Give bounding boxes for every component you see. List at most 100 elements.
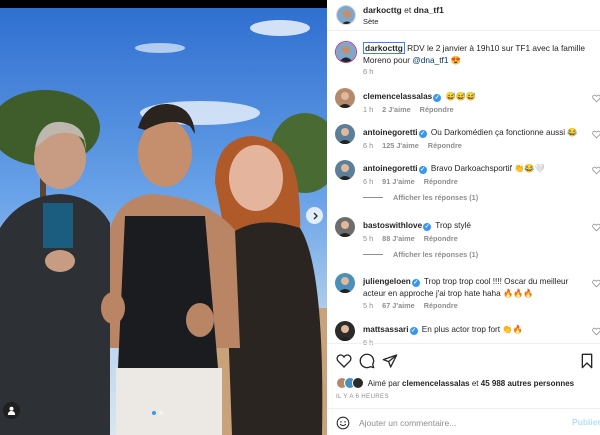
comment-username[interactable]: juliengeloen — [363, 277, 411, 286]
carousel-dot-active — [152, 411, 156, 415]
comment-username[interactable]: clemencelassalas — [363, 92, 432, 101]
carousel-dot — [159, 411, 163, 415]
show-replies-button[interactable]: Afficher les réponses (1) — [363, 193, 478, 202]
caption-emoji: 😍 — [448, 54, 462, 65]
comment-text-line: mattsassari ✓ En plus actor trop fort 👏🔥 — [363, 324, 589, 336]
comment-like-count[interactable]: 67 J'aime — [382, 301, 415, 310]
reply-button[interactable]: Répondre — [424, 234, 458, 243]
comment-like-count[interactable]: 91 J'aime — [382, 177, 415, 186]
comment-text: Trop stylé — [433, 221, 471, 230]
verified-badge-icon: ✓ — [409, 327, 418, 335]
likes-count[interactable]: 45 988 autres personnes — [481, 379, 574, 388]
comment-meta: 6 h 125 J'aime Répondre — [363, 141, 471, 150]
comment-text: Bravo Darkoachsportif 👏😂🤍 — [428, 164, 545, 173]
comment-meta: 5 h 67 J'aime Répondre — [363, 301, 467, 310]
avatar-image — [335, 217, 355, 237]
avatar-image — [336, 42, 356, 62]
comment-text-line: bastoswithlove ✓ Trop stylé — [363, 220, 589, 232]
action-bar — [327, 343, 600, 377]
tagged-people-button[interactable] — [3, 402, 20, 419]
commenter-avatar[interactable] — [335, 273, 355, 293]
comment-username[interactable]: antoinegoretti — [363, 128, 418, 137]
likes-first-user[interactable]: clemencelassalas — [402, 379, 470, 388]
likes-summary: Aimé par clemencelassalas et 45 988 autr… — [336, 377, 574, 389]
publish-button[interactable]: Publier — [572, 417, 600, 427]
comment-username[interactable]: antoinegoretti — [363, 164, 418, 173]
comment-like-count[interactable]: 125 J'aime — [382, 141, 419, 150]
comment-text: En plus actor trop fort 👏🔥 — [419, 325, 523, 334]
commenter-avatar[interactable] — [335, 321, 355, 341]
likes-prefix: Aimé par — [367, 379, 403, 388]
show-replies-button[interactable]: Afficher les réponses (1) — [363, 250, 478, 259]
commenter-avatar[interactable] — [335, 217, 355, 237]
liker-avatars — [336, 377, 366, 389]
comment-input[interactable] — [359, 414, 559, 431]
next-photo-button[interactable] — [306, 207, 323, 224]
add-comment-bar: Publier — [327, 408, 600, 435]
comment-username[interactable]: mattsassari — [363, 325, 409, 334]
post-photo[interactable] — [0, 0, 327, 435]
verified-badge-icon: ✓ — [418, 166, 427, 174]
avatar-image — [335, 88, 355, 108]
liker-avatar — [352, 377, 364, 389]
reply-button[interactable]: Répondre — [424, 301, 458, 310]
author-names: darkocttg et dna_tf1 — [363, 5, 444, 15]
bookmark-icon[interactable] — [579, 353, 595, 369]
comment-heart-icon[interactable] — [592, 166, 600, 175]
carousel-indicator — [152, 411, 163, 415]
comment-like-count[interactable]: 88 J'aime — [382, 234, 415, 243]
comment-heart-icon[interactable] — [592, 327, 600, 336]
comment-heart-icon[interactable] — [592, 94, 600, 103]
share-icon[interactable] — [382, 353, 398, 369]
comment-meta: 6 h 91 J'aime Répondre — [363, 177, 467, 186]
post-sidebar: darkocttg et dna_tf1 Sète darkocttg RDV … — [327, 0, 600, 435]
comment-text: 😅😅😅 — [443, 92, 477, 101]
post-caption: darkocttg RDV le 2 janvier à 19h10 sur T… — [363, 42, 595, 66]
comment-time[interactable]: 1 h — [363, 105, 373, 114]
reply-button[interactable]: Répondre — [420, 105, 454, 114]
post-timestamp[interactable]: IL Y A 6 HEURES — [336, 393, 389, 400]
author-avatar[interactable] — [336, 5, 356, 25]
comment-time[interactable]: 5 h — [363, 301, 373, 310]
author-conjunction: et — [404, 5, 412, 15]
comment-time[interactable]: 6 h — [363, 141, 373, 150]
comment-heart-icon[interactable] — [592, 130, 600, 139]
caption-username[interactable]: darkocttg — [363, 42, 405, 54]
avatar-image — [335, 160, 355, 180]
comment-text-line: antoinegoretti ✓ Ou Darkomédien ça foncti… — [363, 127, 589, 139]
likes-middle: et — [469, 379, 481, 388]
comment-meta: 1 h 2 J'aime Répondre — [363, 105, 463, 114]
caption-mention[interactable]: @dna_tf1 — [412, 55, 448, 65]
comment-heart-icon[interactable] — [592, 279, 600, 288]
caption-timestamp[interactable]: 6 h — [363, 67, 373, 76]
heart-icon[interactable] — [336, 353, 352, 369]
verified-badge-icon: ✓ — [418, 130, 427, 138]
post-image — [0, 8, 327, 435]
comment-text-line: antoinegoretti ✓ Bravo Darkoachsportif 👏😂… — [363, 163, 589, 175]
location-link[interactable]: Sète — [363, 17, 378, 26]
emoji-icon[interactable] — [336, 416, 350, 430]
comment-heart-icon[interactable] — [592, 223, 600, 232]
comment-like-count[interactable]: 2 J'aime — [382, 105, 411, 114]
comment-text-line: clemencelassalas ✓ 😅😅😅 — [363, 91, 589, 103]
comment-username[interactable]: bastoswithlove — [363, 221, 422, 230]
chevron-right-icon — [313, 212, 318, 219]
verified-badge-icon: ✓ — [411, 279, 420, 287]
commenter-avatar[interactable] — [335, 160, 355, 180]
comment-icon[interactable] — [359, 353, 375, 369]
comment-text-line: juliengeloen ✓ Trop trop trop cool !!!! O… — [363, 276, 589, 299]
comment-time[interactable]: 5 h — [363, 234, 373, 243]
caption-avatar[interactable] — [335, 41, 357, 63]
reply-button[interactable]: Répondre — [428, 141, 462, 150]
reply-button[interactable]: Répondre — [424, 177, 458, 186]
comment-time[interactable]: 6 h — [363, 177, 373, 186]
commenter-avatar[interactable] — [335, 88, 355, 108]
avatar-image — [335, 321, 355, 341]
verified-badge-icon: ✓ — [433, 94, 442, 102]
coauthor-link[interactable]: dna_tf1 — [414, 5, 444, 15]
author-link[interactable]: darkocttg — [363, 5, 402, 15]
comment-meta: 5 h 88 J'aime Répondre — [363, 234, 467, 243]
person-tag-icon — [7, 406, 16, 415]
comment-text: Ou Darkomédien ça fonctionne aussi 😂 — [428, 128, 578, 137]
commenter-avatar[interactable] — [335, 124, 355, 144]
